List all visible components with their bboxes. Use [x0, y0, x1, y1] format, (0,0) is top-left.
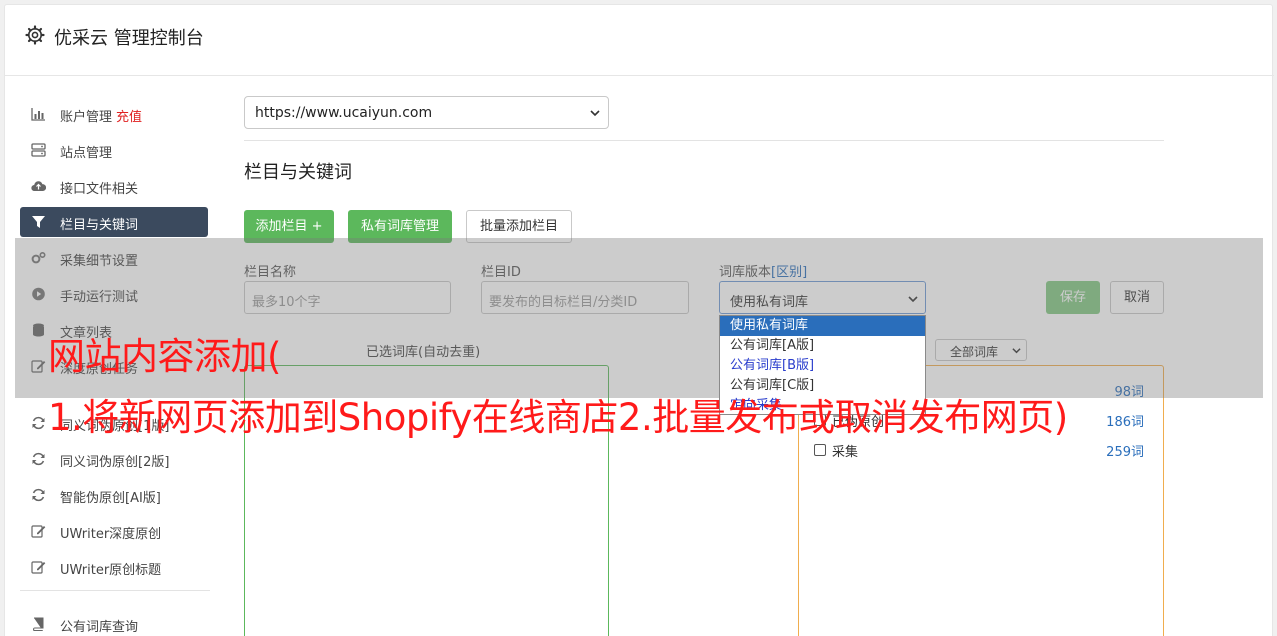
- edit-icon: [31, 525, 46, 538]
- sidebar-item-label: UWriter深度原创: [60, 527, 162, 542]
- list-item[interactable]: 采集 259词: [814, 441, 1144, 461]
- dropdown-option[interactable]: 使用私有词库: [720, 316, 925, 336]
- sidebar-item-label: 站点管理: [60, 146, 113, 161]
- sidebar-item-synonym-v2[interactable]: 同义词伪原创[2版]: [20, 444, 208, 474]
- refresh-icon: [32, 452, 45, 466]
- sidebar-item-ai-rewrite[interactable]: 智能伪原创[AI版]: [20, 480, 208, 510]
- sidebar-item-sites[interactable]: 站点管理: [20, 135, 208, 165]
- sidebar-item-public-lib[interactable]: 公有词库查询: [20, 609, 208, 636]
- sidebar-item-label: UWriter原创标题: [60, 563, 162, 578]
- sidebar-item-interface[interactable]: 接口文件相关: [20, 171, 208, 201]
- refresh-icon: [32, 416, 45, 430]
- caption-line-1: 网站内容添加(: [48, 335, 281, 378]
- gear-icon: [25, 25, 45, 45]
- dropdown-option[interactable]: 公有词库[A版]: [720, 336, 925, 356]
- server-icon: [31, 143, 46, 157]
- sidebar-divider: [20, 590, 210, 591]
- sidebar-item-uwriter-title[interactable]: UWriter原创标题: [20, 552, 208, 582]
- cloud-upload-icon: [31, 181, 46, 192]
- edit-icon: [31, 561, 46, 574]
- dropdown-option[interactable]: 公有词库[B版]: [720, 356, 925, 376]
- sidebar-item-label: 公有词库查询: [60, 620, 139, 635]
- sidebar-item-label: 智能伪原创[AI版]: [60, 491, 161, 506]
- sidebar-item-columns[interactable]: 栏目与关键词: [20, 207, 208, 237]
- refresh-icon: [32, 488, 45, 502]
- divider: [244, 140, 1164, 141]
- recharge-link[interactable]: 充值: [116, 110, 142, 125]
- section-title: 栏目与关键词: [244, 162, 352, 183]
- top-bar: 优采云 管理控制台: [5, 5, 1274, 76]
- sidebar-item-account[interactable]: 账户管理 充值: [20, 99, 208, 129]
- sidebar-item-uwriter-deep[interactable]: UWriter深度原创: [20, 516, 208, 546]
- sidebar-item-label: 接口文件相关: [60, 182, 139, 197]
- sidebar-item-label: 账户管理: [60, 110, 113, 125]
- book-icon: [33, 617, 44, 631]
- page-title: 优采云 管理控制台: [54, 28, 204, 49]
- bar-chart-icon: [31, 108, 45, 121]
- caption-line-2: 1.将新网页添加到Shopify在线商店2.批量发布或取消发布网页): [48, 396, 1068, 439]
- chevron-down-icon: [590, 110, 600, 117]
- filter-icon: [32, 216, 45, 228]
- site-select[interactable]: https://www.ucaiyun.com: [244, 96, 609, 129]
- sidebar-item-label: 同义词伪原创[2版]: [60, 455, 170, 470]
- checkbox[interactable]: [814, 444, 826, 456]
- sidebar-item-label: 栏目与关键词: [60, 218, 139, 233]
